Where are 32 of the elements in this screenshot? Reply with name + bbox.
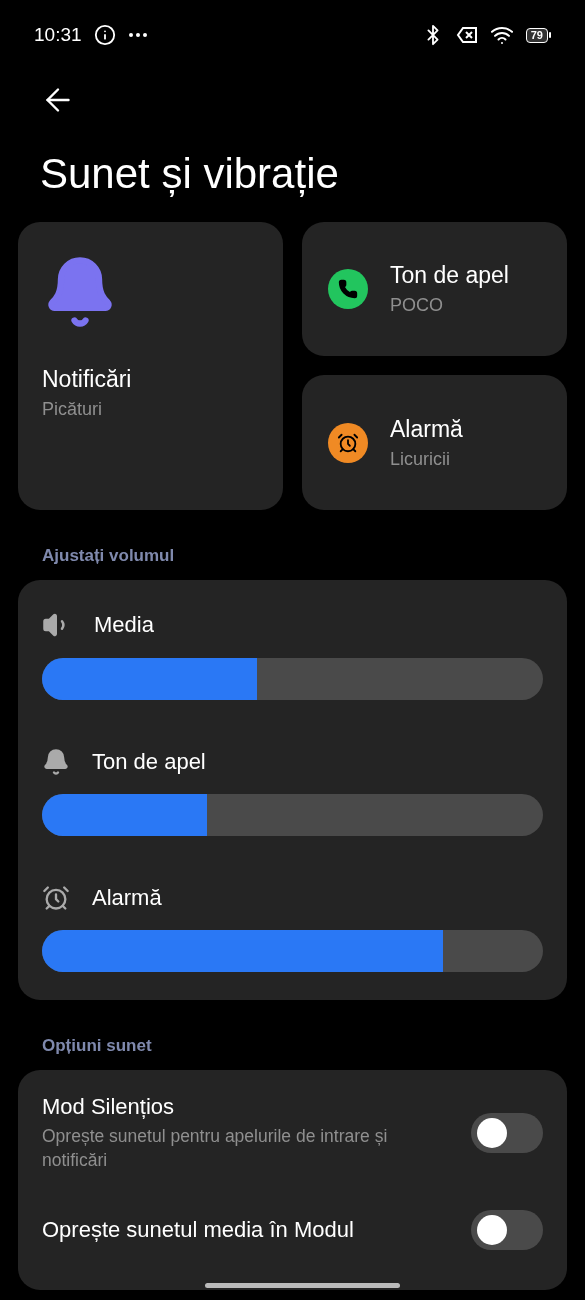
tile-subtitle: Picături xyxy=(42,399,104,420)
tile-subtitle: POCO xyxy=(390,295,444,316)
tile-title: Ton de apel xyxy=(390,262,509,289)
no-sim-icon xyxy=(455,26,478,44)
status-time: 10:31 xyxy=(34,24,82,46)
volume-slider[interactable] xyxy=(42,794,543,836)
tile-title: Notificări xyxy=(42,366,133,393)
battery-icon: 79 xyxy=(525,27,551,43)
phone-icon xyxy=(328,269,368,309)
bell-icon xyxy=(42,748,70,776)
sound-tile[interactable]: Alarmă Licuricii xyxy=(302,375,567,510)
slider-label: Alarmă xyxy=(92,885,162,911)
toggle-switch[interactable] xyxy=(471,1210,543,1250)
tile-title: Alarmă xyxy=(390,415,463,443)
more-icon xyxy=(127,32,148,38)
page-title: Sunet și vibrație xyxy=(40,150,340,198)
option-title: Mod Silențios xyxy=(42,1094,176,1120)
section-label: Ajustați volumul xyxy=(42,546,176,566)
volume-slider[interactable] xyxy=(42,658,543,700)
slider-label: Media xyxy=(94,612,154,638)
alarm-clock-icon xyxy=(42,884,70,912)
alarm-clock-icon xyxy=(328,422,368,463)
slider-label: Ton de apel xyxy=(92,749,206,775)
info-icon xyxy=(93,24,116,46)
option-description: Oprește sunetul pentru apelurile de intrare și notificări xyxy=(42,1125,389,1172)
sound-tile[interactable]: Ton de apel POCO xyxy=(302,222,567,356)
section-label: Opțiuni sunet xyxy=(42,1036,153,1056)
tile-subtitle: Licuricii xyxy=(390,448,451,470)
sound-tile[interactable]: Notificări Picături xyxy=(18,222,283,510)
option-title: Oprește sunetul media în Modul xyxy=(42,1217,355,1243)
toggle-switch[interactable] xyxy=(471,1113,543,1153)
volume-slider[interactable] xyxy=(42,930,543,972)
